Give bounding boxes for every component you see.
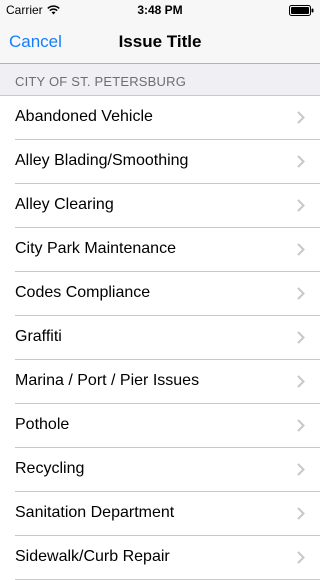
list-item-label: Sanitation Department	[15, 504, 175, 521]
list-item[interactable]: Sanitation Department	[0, 492, 320, 536]
section-header: CITY OF ST. PETERSBURG	[0, 64, 320, 96]
chevron-right-icon	[297, 243, 305, 256]
chevron-right-icon	[297, 507, 305, 520]
list-item[interactable]: Alley Clearing	[0, 184, 320, 228]
list-item-label: Alley Blading/Smoothing	[15, 152, 189, 169]
list-item[interactable]: Alley Blading/Smoothing	[0, 140, 320, 184]
chevron-right-icon	[297, 331, 305, 344]
navigation-bar: Cancel Issue Title	[0, 20, 320, 64]
list-item[interactable]: Sidewalk/Curb Repair	[0, 536, 320, 580]
status-time: 3:48 PM	[137, 3, 183, 17]
list-item[interactable]: Recycling	[0, 448, 320, 492]
list-item[interactable]: Graffiti	[0, 316, 320, 360]
list-item-label: Marina / Port / Pier Issues	[15, 372, 200, 389]
list-item-label: Alley Clearing	[15, 196, 114, 213]
list-item[interactable]: Codes Compliance	[0, 272, 320, 316]
chevron-right-icon	[297, 199, 305, 212]
chevron-right-icon	[297, 463, 305, 476]
list-item[interactable]: Pothole	[0, 404, 320, 448]
chevron-right-icon	[297, 375, 305, 388]
chevron-right-icon	[297, 419, 305, 432]
list-item-label: City Park Maintenance	[15, 240, 176, 257]
list-item-label: Recycling	[15, 460, 85, 477]
chevron-right-icon	[297, 111, 305, 124]
list-item[interactable]: Abandoned Vehicle	[0, 96, 320, 140]
list-item-label: Pothole	[15, 416, 70, 433]
chevron-right-icon	[297, 287, 305, 300]
chevron-right-icon	[297, 155, 305, 168]
list-item-label: Graffiti	[15, 328, 62, 345]
chevron-right-icon	[297, 551, 305, 564]
list-item-label: Codes Compliance	[15, 284, 151, 301]
issue-list: Abandoned Vehicle Alley Blading/Smoothing…	[0, 96, 320, 580]
list-item[interactable]: City Park Maintenance	[0, 228, 320, 272]
page-title: Issue Title	[118, 32, 202, 51]
list-item-label: Abandoned Vehicle	[15, 108, 153, 125]
battery-icon	[289, 5, 314, 16]
status-bar: Carrier 3:48 PM	[0, 0, 320, 20]
list-item-label: Sidewalk/Curb Repair	[15, 548, 170, 565]
list-item[interactable]: Marina / Port / Pier Issues	[0, 360, 320, 404]
